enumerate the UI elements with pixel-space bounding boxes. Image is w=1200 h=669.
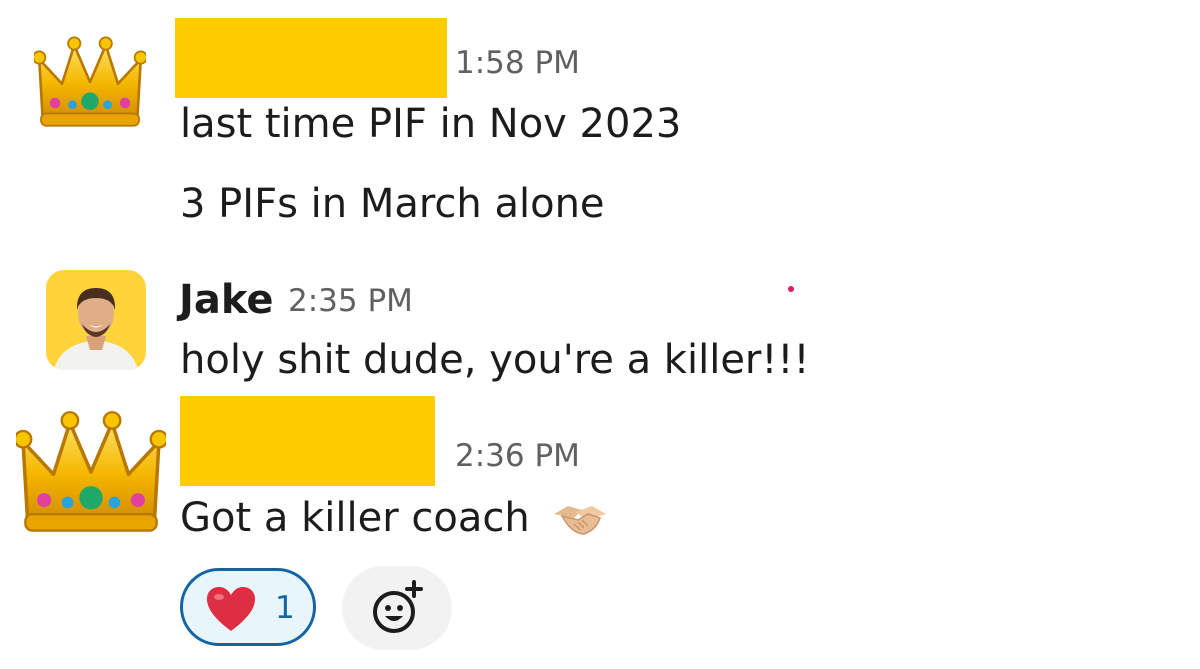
crown-avatar[interactable] xyxy=(13,406,169,538)
message-timestamp[interactable]: 2:36 PM xyxy=(455,441,580,472)
message-text: Got a killer coach xyxy=(180,495,530,541)
add-reaction-button[interactable] xyxy=(342,566,452,650)
message-timestamp[interactable]: 2:35 PM xyxy=(288,286,413,317)
add-emoji-icon xyxy=(373,580,423,633)
message-timestamp[interactable]: 1:58 PM xyxy=(455,48,580,79)
redacted-sender-name xyxy=(180,396,435,486)
handshake-icon xyxy=(552,500,608,540)
sender-name[interactable]: Jake xyxy=(179,280,274,320)
heart-reaction-button[interactable]: 1 xyxy=(180,568,316,646)
presence-dot xyxy=(788,286,794,292)
user-avatar[interactable] xyxy=(46,270,146,370)
message-text: last time PIF in Nov 2023 xyxy=(180,101,682,147)
person-photo xyxy=(54,288,138,370)
crown-icon xyxy=(13,410,169,533)
redacted-sender-name xyxy=(175,18,447,98)
crown-avatar[interactable] xyxy=(31,32,149,132)
reaction-count: 1 xyxy=(275,590,295,626)
message-thread: 1:58 PM last time PIF in Nov 2023 3 PIFs… xyxy=(0,0,1200,669)
message-text: holy shit dude, you're a killer!!! xyxy=(180,337,810,383)
crown-icon xyxy=(31,36,149,128)
red-heart-icon xyxy=(207,587,255,631)
message-text: 3 PIFs in March alone xyxy=(180,181,605,227)
